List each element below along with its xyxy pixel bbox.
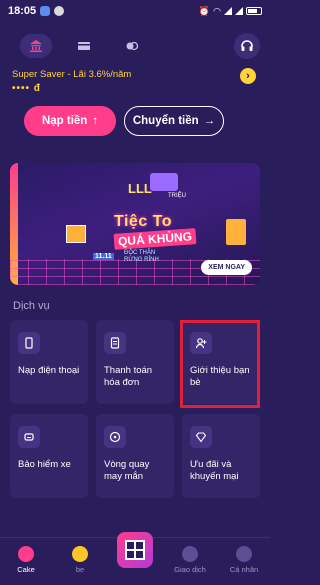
transfer-label: Chuyển tiền — [132, 115, 199, 127]
nav-transactions[interactable]: Giao dịch — [168, 546, 212, 574]
nav-label: be — [75, 565, 85, 574]
bottom-nav: Cake be Giao dịch Cá nhân — [0, 532, 270, 585]
nav-label: Cá nhân — [229, 565, 259, 574]
notification-icon — [54, 6, 65, 16]
topup-label: Nạp tiền — [41, 115, 88, 127]
promo-banner[interactable]: LLL TRIỆU Tiệc To QUÁ KHỦNG 11.11 ĐỘC TH… — [10, 163, 260, 285]
topup-button[interactable]: Nạp tiền ↑ — [24, 106, 116, 136]
top-nav — [0, 26, 270, 66]
nav-be[interactable]: be — [58, 546, 102, 574]
arrow-right-icon: → — [203, 115, 216, 127]
bank-icon — [30, 40, 42, 52]
diamond-icon — [190, 426, 212, 448]
add-user-icon — [190, 332, 212, 354]
banner-date: 11.11 — [93, 253, 114, 260]
qr-code-icon — [125, 540, 145, 560]
support-button[interactable] — [234, 33, 260, 59]
signal-icon — [235, 7, 243, 15]
tab-investment[interactable] — [116, 34, 148, 58]
chevron-right-icon: › — [246, 70, 250, 82]
phone-icon — [18, 332, 40, 354]
status-time: 18:05 — [8, 5, 37, 17]
battery-icon — [246, 7, 262, 15]
qr-scan-button[interactable] — [117, 532, 153, 568]
service-bill-payment[interactable]: Thanh toán hóa đơn — [96, 320, 174, 404]
service-mobile-topup[interactable]: Nạp điện thoại — [10, 320, 88, 404]
tab-bank[interactable] — [20, 34, 52, 58]
nav-label: Giao dịch — [174, 565, 206, 574]
account-balance[interactable]: •••• đ — [12, 83, 41, 94]
service-label: Thanh toán hóa đơn — [104, 365, 153, 388]
service-label: Giới thiệu bạn bè — [190, 365, 250, 388]
user-icon — [236, 546, 252, 562]
tab-cards[interactable] — [68, 34, 100, 58]
banner-tagline-1: ĐỘC THÂN — [124, 250, 156, 256]
beer-illustration — [226, 219, 246, 245]
car-icon — [18, 426, 40, 448]
banner-tagline-2: RỪNG RỈNH — [124, 257, 159, 263]
service-label: Vòng quay may mắn — [104, 459, 150, 482]
transfer-button[interactable]: Chuyển tiền → — [124, 106, 224, 136]
service-lucky-wheel[interactable]: Vòng quay may mắn — [96, 414, 174, 498]
gift-icon — [66, 225, 86, 243]
be-logo-icon — [72, 546, 88, 562]
service-refer-friend[interactable]: Giới thiệu bạn bè — [182, 320, 260, 404]
banner-subheadline: QUÁ KHỦNG — [113, 228, 197, 250]
account-card: Super Saver - Lãi 3.6%/năm •••• đ › Nạp … — [10, 66, 260, 144]
services-title: Dịch vụ — [13, 300, 50, 312]
coins-icon — [126, 41, 139, 51]
banner-badge-caption: TRIỆU — [168, 193, 186, 199]
cake-illustration — [150, 173, 178, 191]
nav-label: Cake — [17, 565, 35, 574]
nav-cake[interactable]: Cake — [4, 546, 48, 574]
service-label: Bảo hiểm xe — [18, 459, 71, 470]
service-offers[interactable]: Ưu đãi và khuyến mại — [182, 414, 260, 498]
card-icon — [78, 42, 90, 50]
service-label: Ưu đãi và khuyến mại — [190, 459, 239, 482]
wifi-icon: ◠ — [213, 5, 221, 16]
signal-icon — [224, 7, 232, 15]
alarm-icon: ⏰ — [198, 5, 211, 16]
banner-cta-button[interactable]: XEM NGAY — [201, 260, 252, 275]
service-car-insurance[interactable]: Bảo hiểm xe — [10, 414, 88, 498]
headset-icon — [241, 40, 253, 51]
transactions-icon — [182, 546, 198, 562]
account-product-label: Super Saver - Lãi 3.6%/năm — [12, 69, 132, 80]
notification-icon — [40, 6, 51, 16]
account-detail-button[interactable]: › — [240, 68, 256, 84]
banner-badge: LLL — [128, 181, 152, 196]
banner-headline: Tiệc To — [114, 213, 173, 230]
nav-profile[interactable]: Cá nhân — [222, 546, 266, 574]
banner-tagline: ĐỘC THÂN RỪNG RỈNH — [124, 250, 159, 264]
status-bar: 18:05 ⏰ ◠ — [0, 0, 270, 22]
bill-icon — [104, 332, 126, 354]
arrow-up-icon: ↑ — [92, 115, 99, 127]
cake-logo-icon — [18, 546, 34, 562]
service-label: Nạp điện thoại — [18, 365, 80, 376]
wheel-icon — [104, 426, 126, 448]
